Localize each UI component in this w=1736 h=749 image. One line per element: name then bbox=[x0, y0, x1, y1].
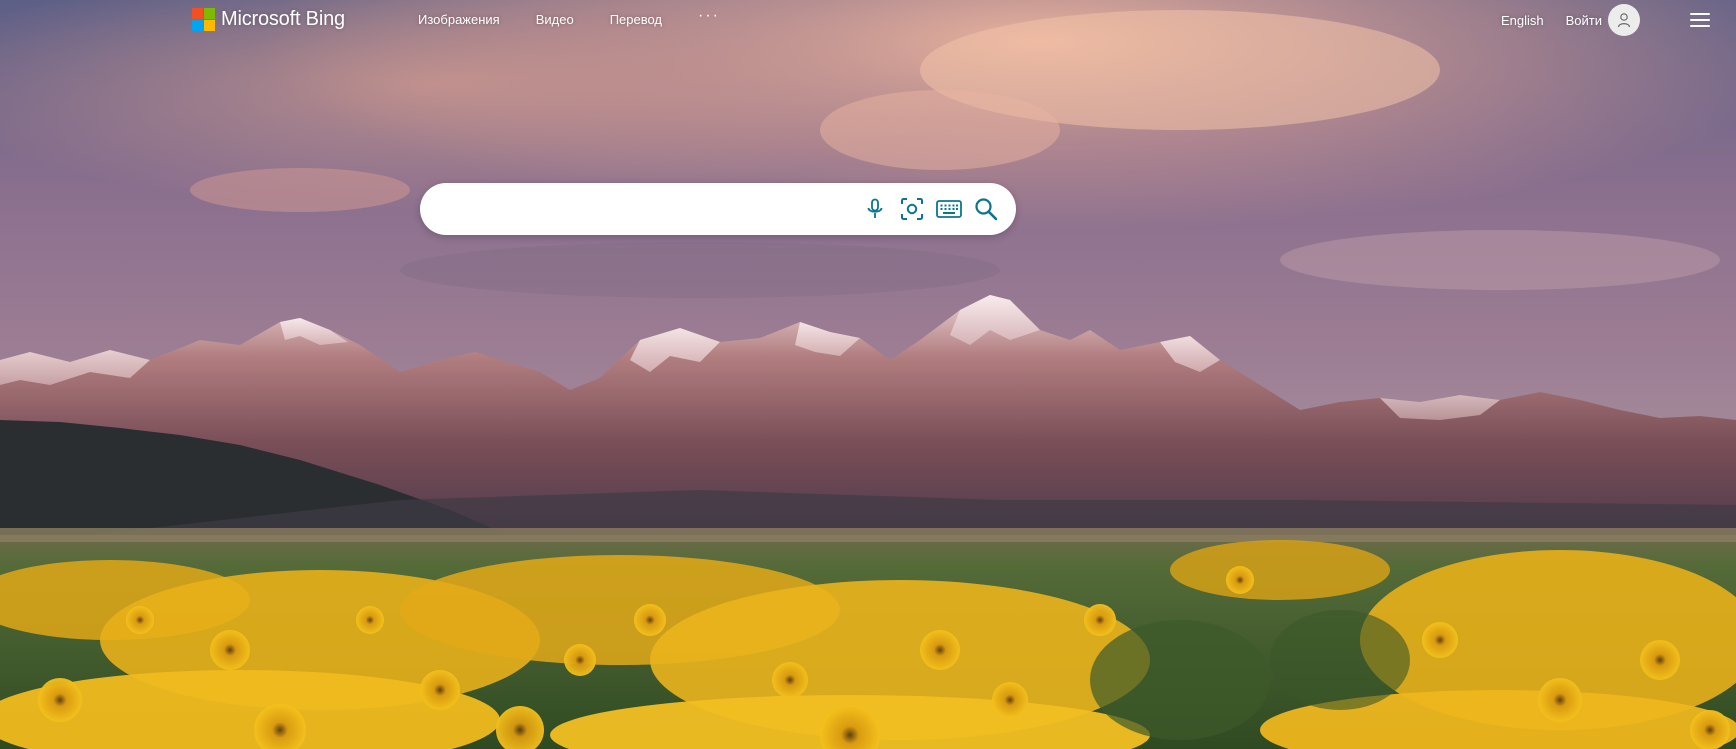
signin-label: Войти bbox=[1565, 12, 1602, 28]
logo-green-square bbox=[204, 7, 215, 19]
hamburger-line bbox=[1690, 25, 1710, 27]
logo-blue-square bbox=[192, 19, 203, 31]
nav-images[interactable]: Изображения bbox=[418, 12, 500, 27]
top-bar: Microsoft Bing Изображения Видео Перевод… bbox=[0, 0, 1736, 40]
search-icon[interactable] bbox=[972, 195, 1000, 223]
bing-logo[interactable]: Microsoft Bing bbox=[192, 6, 345, 32]
avatar bbox=[1608, 4, 1640, 36]
microsoft-logo-icon bbox=[192, 7, 215, 31]
language-switch[interactable]: English bbox=[1501, 13, 1544, 28]
nav-translate[interactable]: Перевод bbox=[610, 12, 662, 27]
logo-red-square bbox=[192, 7, 203, 19]
more-menu-icon[interactable]: ··· bbox=[698, 7, 720, 25]
signin-button[interactable]: Войти bbox=[1566, 4, 1640, 36]
hamburger-line bbox=[1690, 13, 1710, 15]
user-icon bbox=[1617, 13, 1631, 28]
background-image bbox=[0, 0, 1736, 749]
bing-homepage: Microsoft Bing Изображения Видео Перевод… bbox=[0, 0, 1736, 749]
hamburger-line bbox=[1690, 19, 1710, 21]
visual-search-icon[interactable] bbox=[898, 195, 926, 223]
microphone-icon[interactable] bbox=[861, 195, 889, 223]
search-actions bbox=[852, 195, 1000, 223]
search-input[interactable] bbox=[442, 191, 856, 229]
nav-video[interactable]: Видео bbox=[536, 12, 574, 27]
logo-text: Microsoft Bing bbox=[221, 7, 345, 30]
top-nav: Изображения Видео Перевод ··· bbox=[418, 7, 720, 28]
search-box bbox=[420, 183, 1016, 235]
keyboard-icon[interactable] bbox=[935, 195, 963, 223]
logo-yellow-square bbox=[204, 19, 215, 31]
header-right: English Войти bbox=[1501, 0, 1736, 40]
hamburger-menu-icon[interactable] bbox=[1690, 13, 1710, 27]
